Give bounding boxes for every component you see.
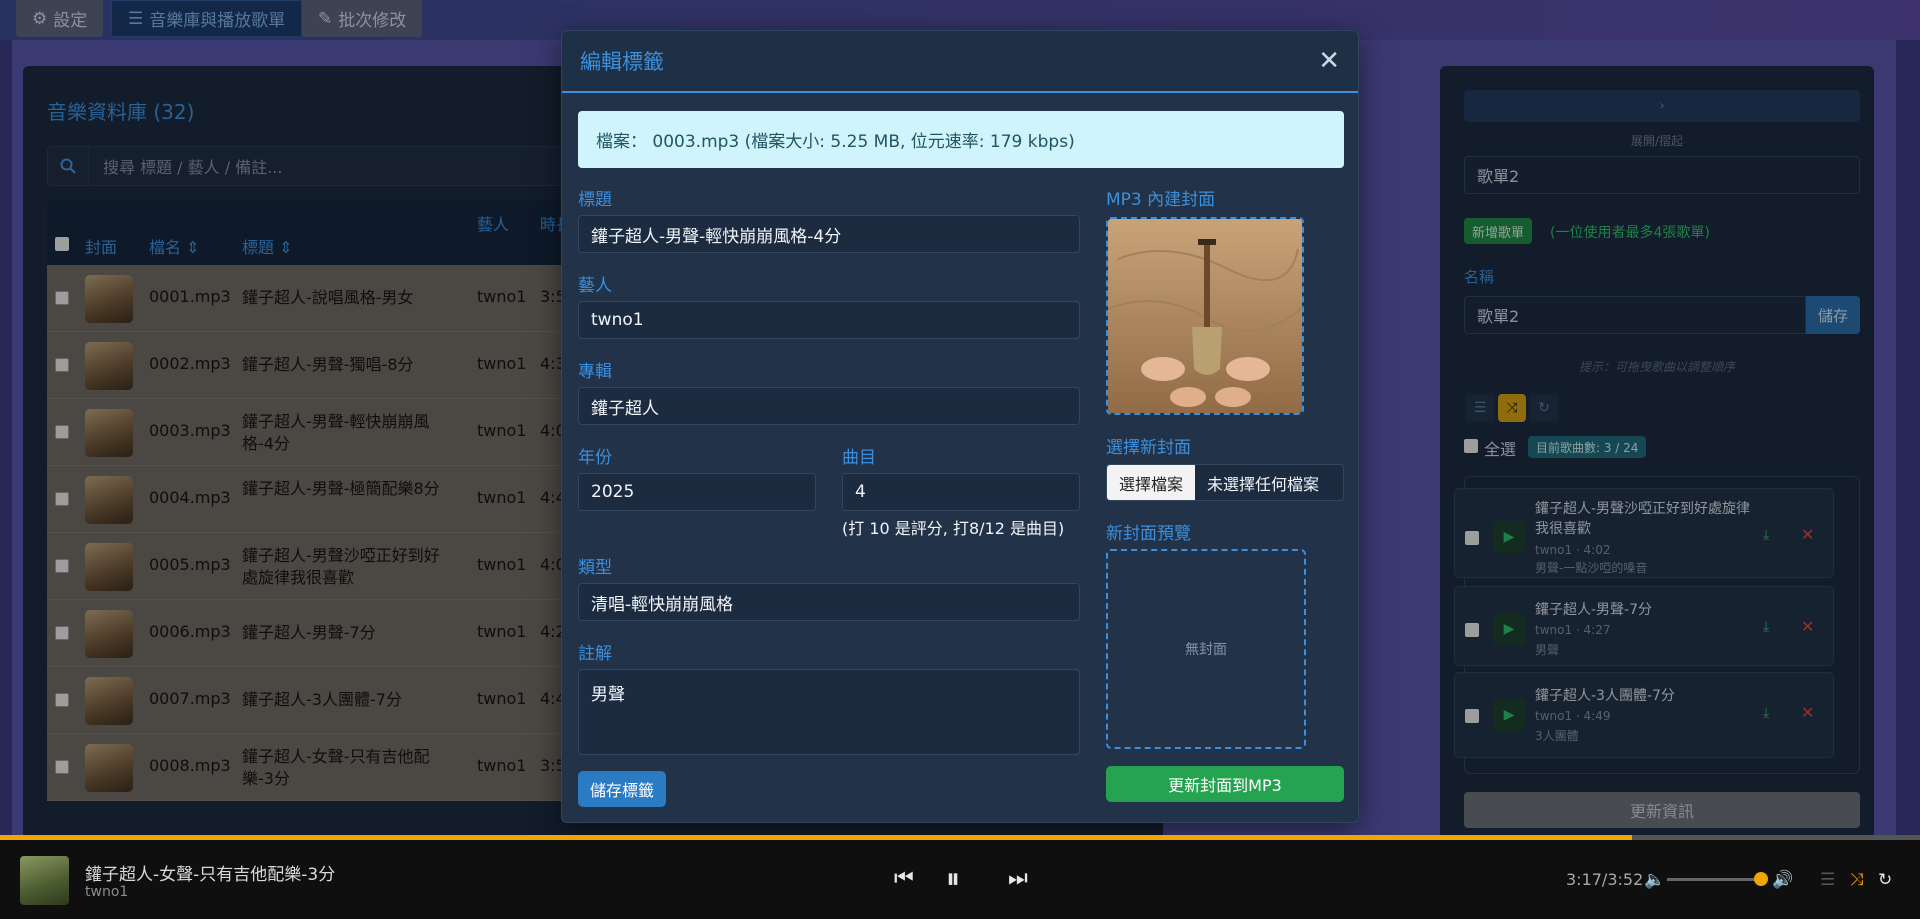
artist-input[interactable]: twno1 (578, 301, 1080, 339)
comment-textarea[interactable]: 男聲 (578, 669, 1080, 755)
embedded-cover-image (1106, 217, 1304, 415)
track-hint: (打 10 是評分, 打8/12 是曲目) (842, 519, 1065, 538)
playback-time: 3:17/3:52 (1566, 870, 1644, 889)
title-input[interactable]: 鑵子超人-男聲-輕快崩崩風格-4分 (578, 215, 1080, 253)
track-label: 曲目 (842, 448, 876, 468)
repeat-icon[interactable]: ↻ (1878, 870, 1892, 890)
choose-cover-label: 選擇新封面 (1106, 438, 1191, 458)
now-playing-cover (20, 856, 69, 905)
previous-icon[interactable]: ⏮ (894, 866, 914, 891)
save-tags-button[interactable]: 儲存標籤 (578, 771, 666, 807)
close-icon[interactable]: ✕ (1318, 48, 1340, 74)
volume-slider[interactable] (1667, 872, 1768, 886)
title-label: 標題 (578, 190, 612, 210)
genre-input[interactable]: 清唱-輕快崩崩風格 (578, 583, 1080, 621)
shuffle-icon[interactable]: ⤨ (1850, 870, 1864, 890)
choose-file-button[interactable]: 選擇檔案 (1107, 465, 1196, 500)
now-playing-artist: twno1 (85, 884, 129, 900)
comment-label: 註解 (578, 644, 612, 664)
preview-label: 新封面預覽 (1106, 524, 1191, 544)
volume-low-icon[interactable]: 🔈 (1644, 870, 1665, 890)
update-cover-button[interactable]: 更新封面到MP3 (1106, 766, 1344, 802)
pause-icon[interactable]: ⏸ (946, 862, 960, 896)
modal-header: 編輯標籤 ✕ (562, 31, 1358, 93)
year-label: 年份 (578, 448, 612, 468)
modal-title: 編輯標籤 (580, 50, 664, 74)
no-file-text: 未選擇任何檔案 (1207, 474, 1320, 494)
cover-preview: 無封面 (1106, 549, 1306, 749)
file-info-alert: 檔案： 0003.mp3 (檔案大小: 5.25 MB, 位元速率: 179 k… (578, 111, 1344, 168)
album-label: 專輯 (578, 362, 612, 382)
edit-tags-modal: 編輯標籤 ✕ 檔案： 0003.mp3 (檔案大小: 5.25 MB, 位元速率… (561, 30, 1359, 823)
year-input[interactable]: 2025 (578, 473, 816, 511)
now-playing-title: 鑵子超人-女聲-只有吉他配樂-3分 (85, 865, 336, 885)
artist-label: 藝人 (578, 276, 612, 296)
list-icon[interactable]: ☰ (1820, 870, 1835, 890)
next-icon[interactable]: ⏭ (1008, 866, 1028, 891)
album-input[interactable]: 鑵子超人 (578, 387, 1080, 425)
embedded-cover-label: MP3 內建封面 (1106, 190, 1216, 210)
volume-high-icon[interactable]: 🔊 (1772, 870, 1793, 890)
no-cover-text: 無封面 (1185, 642, 1227, 658)
cover-file-input[interactable]: 選擇檔案 未選擇任何檔案 (1106, 464, 1344, 501)
genre-label: 類型 (578, 558, 612, 578)
volume-handle[interactable] (1754, 872, 1768, 886)
track-input[interactable]: 4 (842, 473, 1080, 511)
